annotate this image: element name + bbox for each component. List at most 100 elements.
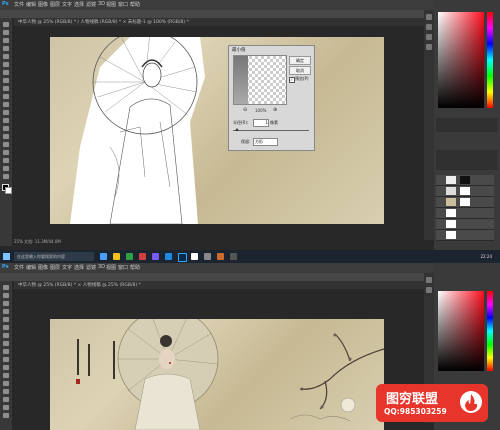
move-tool-icon[interactable] <box>3 285 9 290</box>
healing-tool-icon[interactable] <box>3 70 9 75</box>
menu-item[interactable]: 3D <box>98 264 105 270</box>
blur-tool-icon[interactable] <box>3 118 9 123</box>
layer-row[interactable] <box>436 197 494 208</box>
menu-item[interactable]: 窗口 <box>118 1 128 8</box>
menu-item[interactable]: 帮助 <box>130 264 140 271</box>
pen-tool-icon[interactable] <box>3 134 9 139</box>
move-tool-icon[interactable] <box>3 22 9 27</box>
app-icon[interactable] <box>217 253 224 260</box>
radius-slider[interactable] <box>233 130 309 131</box>
hand-tool-icon[interactable] <box>3 405 9 410</box>
stamp-tool-icon[interactable] <box>3 86 9 91</box>
properties-panel-icon[interactable] <box>426 287 432 293</box>
eraser-tool-icon[interactable] <box>3 102 9 107</box>
eyedropper-tool-icon[interactable] <box>3 62 9 67</box>
brush-panel-icon[interactable] <box>426 34 432 40</box>
type-tool-icon[interactable] <box>3 142 9 147</box>
menu-item[interactable]: 视图 <box>106 264 116 271</box>
layer-row[interactable] <box>436 186 494 197</box>
healing-tool-icon[interactable] <box>3 333 9 338</box>
menu-item[interactable]: 图层 <box>50 1 60 8</box>
taskbar-clock[interactable]: 22:24 <box>480 254 492 259</box>
hue-slider[interactable] <box>487 12 493 108</box>
eyedropper-tool-icon[interactable] <box>3 325 9 330</box>
menu-item[interactable]: 3D <box>98 1 105 7</box>
cancel-button[interactable]: 取消 <box>289 66 311 75</box>
history-panel-icon[interactable] <box>426 14 432 20</box>
brush-tool-icon[interactable] <box>3 341 9 346</box>
zoom-in-button[interactable]: ⊕ <box>273 107 277 113</box>
background-color-swatch[interactable] <box>5 187 12 194</box>
app-icon[interactable] <box>152 253 159 260</box>
shape-tool-icon[interactable] <box>3 158 9 163</box>
history-brush-tool-icon[interactable] <box>3 94 9 99</box>
gradient-tool-icon[interactable] <box>3 365 9 370</box>
menu-item[interactable]: 图像 <box>38 1 48 8</box>
photoshop-taskbar-icon[interactable] <box>178 253 187 262</box>
character-panel-icon[interactable] <box>426 44 432 50</box>
hue-slider[interactable] <box>487 291 493 371</box>
file-explorer-icon[interactable] <box>113 253 120 260</box>
shape-tool-icon[interactable] <box>3 397 9 402</box>
zoom-tool-icon[interactable] <box>3 413 9 418</box>
menu-item[interactable]: 图层 <box>50 264 60 271</box>
crop-tool-icon[interactable] <box>3 317 9 322</box>
menu-item[interactable]: 选择 <box>74 264 84 271</box>
dodge-tool-icon[interactable] <box>3 126 9 131</box>
zoom-tool-icon[interactable] <box>3 174 9 179</box>
layer-row[interactable] <box>436 230 494 241</box>
history-panel-icon[interactable] <box>426 277 432 283</box>
dialog-preview-canvas[interactable] <box>233 55 287 105</box>
type-tool-icon[interactable] <box>3 389 9 394</box>
canvas-document[interactable] <box>50 37 384 224</box>
browser-icon[interactable] <box>126 253 133 260</box>
lasso-tool-icon[interactable] <box>3 38 9 43</box>
color-picker-field[interactable] <box>438 291 484 371</box>
menu-item[interactable]: 窗口 <box>118 264 128 271</box>
document-tab[interactable]: 中华人物 @ 25% (RGB/8) * / 人物线稿 (RGB/8) * × … <box>14 18 432 26</box>
menu-item[interactable]: 图像 <box>38 264 48 271</box>
radius-input[interactable]: 1 <box>253 119 269 127</box>
quick-select-tool-icon[interactable] <box>3 309 9 314</box>
hand-tool-icon[interactable] <box>3 166 9 171</box>
crop-tool-icon[interactable] <box>3 54 9 59</box>
app-icon[interactable] <box>204 253 211 260</box>
properties-panel-icon[interactable] <box>426 24 432 30</box>
layer-row[interactable] <box>436 175 494 186</box>
dodge-tool-icon[interactable] <box>3 373 9 378</box>
windows-start-icon[interactable] <box>3 253 10 260</box>
menu-item[interactable]: 视图 <box>106 1 116 8</box>
app-icon[interactable] <box>165 253 172 260</box>
menu-item[interactable]: 文件 <box>14 1 24 8</box>
radius-slider-handle[interactable] <box>235 128 239 131</box>
menu-item[interactable]: 文字 <box>62 1 72 8</box>
taskbar-search-box[interactable]: 在这里输入你要搜索的内容 <box>14 252 94 261</box>
gradient-tool-icon[interactable] <box>3 110 9 115</box>
app-icon[interactable] <box>230 253 237 260</box>
lasso-tool-icon[interactable] <box>3 301 9 306</box>
menu-item[interactable]: 文字 <box>62 264 72 271</box>
layer-row[interactable] <box>436 208 494 219</box>
brush-tool-icon[interactable] <box>3 78 9 83</box>
menu-item[interactable]: 帮助 <box>130 1 140 8</box>
zoom-out-button[interactable]: ⊖ <box>243 107 247 113</box>
menu-item[interactable]: 选择 <box>74 1 84 8</box>
ok-button[interactable]: 确定 <box>289 56 311 65</box>
document-tab[interactable]: 中华人物 @ 25% (RGB/8) * × 人物线稿 @ 25% (RGB/8… <box>14 281 432 289</box>
menu-item[interactable]: 编辑 <box>26 264 36 271</box>
marquee-tool-icon[interactable] <box>3 30 9 35</box>
stamp-tool-icon[interactable] <box>3 349 9 354</box>
marquee-tool-icon[interactable] <box>3 293 9 298</box>
eraser-tool-icon[interactable] <box>3 357 9 362</box>
menu-item[interactable]: 文件 <box>14 264 24 271</box>
color-picker-field[interactable] <box>438 12 484 108</box>
canvas-document[interactable] <box>50 319 384 430</box>
pen-tool-icon[interactable] <box>3 381 9 386</box>
menu-item[interactable]: 编辑 <box>26 1 36 8</box>
keep-select[interactable]: 方形 <box>253 138 278 146</box>
task-view-icon[interactable] <box>100 253 107 260</box>
path-select-tool-icon[interactable] <box>3 150 9 155</box>
quick-select-tool-icon[interactable] <box>3 46 9 51</box>
app-icon[interactable] <box>139 253 146 260</box>
menu-item[interactable]: 滤镜 <box>86 264 96 271</box>
